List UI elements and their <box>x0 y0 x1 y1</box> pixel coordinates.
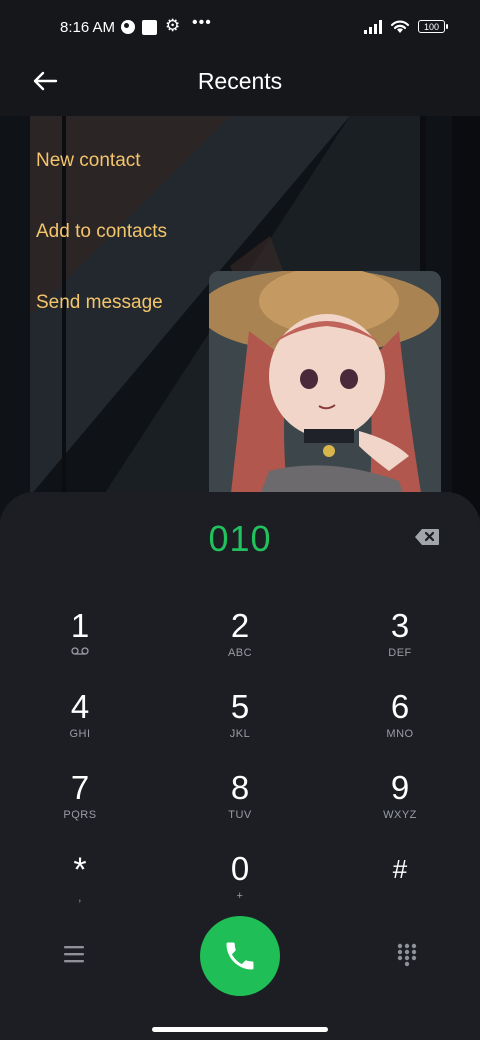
key-letters: TUV <box>228 809 252 821</box>
notification-circle-icon <box>121 20 135 34</box>
key-1[interactable]: 1 <box>30 608 130 678</box>
key-4[interactable]: 4 GHI <box>30 689 130 759</box>
dialer-panel: 010 1 2 ABC 3 DEF 4 GHI 5 JKL 6 MNO 7 PQ… <box>0 492 480 1040</box>
status-bar: 8:16 AM ⚙ ••• 100 <box>0 0 480 56</box>
key-5[interactable]: 5 JKL <box>190 689 290 759</box>
key-letters: , <box>78 892 82 904</box>
key-digit: 0 <box>230 850 250 887</box>
key-digit: 4 <box>70 688 90 725</box>
key-3[interactable]: 3 DEF <box>350 608 450 678</box>
battery-icon: 100 <box>418 20 448 33</box>
wifi-icon <box>390 20 410 33</box>
page-title: Recents <box>197 68 283 94</box>
key-6[interactable]: 6 MNO <box>350 689 450 759</box>
key-letters: PQRS <box>63 809 97 821</box>
wallpaper-area: New contact Add to contacts Send message <box>0 116 480 516</box>
key-letters: + <box>236 890 244 902</box>
key-letters: ABC <box>227 647 253 659</box>
key-digit: 5 <box>230 688 250 725</box>
key-digit: # <box>392 854 408 884</box>
contact-photo <box>209 271 441 511</box>
menu-icon[interactable] <box>62 944 86 964</box>
key-digit: 2 <box>230 607 250 644</box>
key-digit: 1 <box>70 607 90 644</box>
status-time: 8:16 AM <box>60 19 116 36</box>
key-hash[interactable]: # <box>350 851 450 921</box>
phone-icon <box>226 942 254 970</box>
more-dots-icon: ••• <box>192 14 212 31</box>
signal-icon <box>364 20 386 34</box>
backspace-icon[interactable] <box>414 528 440 546</box>
key-digit: 3 <box>390 607 410 644</box>
dialed-number: 010 <box>208 518 272 559</box>
add-to-contacts-button[interactable]: Add to contacts <box>36 221 167 243</box>
new-contact-button[interactable]: New contact <box>36 150 141 172</box>
key-star[interactable]: * , <box>30 851 130 921</box>
key-letters: MNO <box>386 728 414 740</box>
key-letters: WXYZ <box>383 809 417 821</box>
gear-icon: ⚙ <box>165 16 181 35</box>
key-digit: * <box>73 851 87 889</box>
send-message-button[interactable]: Send message <box>36 292 163 314</box>
key-2[interactable]: 2 ABC <box>190 608 290 678</box>
key-9[interactable]: 9 WXYZ <box>350 770 450 840</box>
key-0[interactable]: 0 + <box>190 851 290 921</box>
key-8[interactable]: 8 TUV <box>190 770 290 840</box>
header: Recents <box>0 56 480 116</box>
home-indicator[interactable] <box>152 1027 328 1032</box>
key-digit: 9 <box>390 769 410 806</box>
call-button[interactable] <box>200 916 280 996</box>
key-7[interactable]: 7 PQRS <box>30 770 130 840</box>
key-digit: 6 <box>390 688 410 725</box>
key-letters: JKL <box>229 728 251 740</box>
voicemail-icon <box>71 647 89 655</box>
keypad-toggle-icon[interactable] <box>396 942 418 968</box>
key-digit: 7 <box>70 769 90 806</box>
battery-level: 100 <box>423 22 440 32</box>
key-letters: DEF <box>388 647 412 659</box>
square-icon <box>142 20 157 35</box>
key-digit: 8 <box>230 769 250 806</box>
key-letters: GHI <box>69 728 91 740</box>
